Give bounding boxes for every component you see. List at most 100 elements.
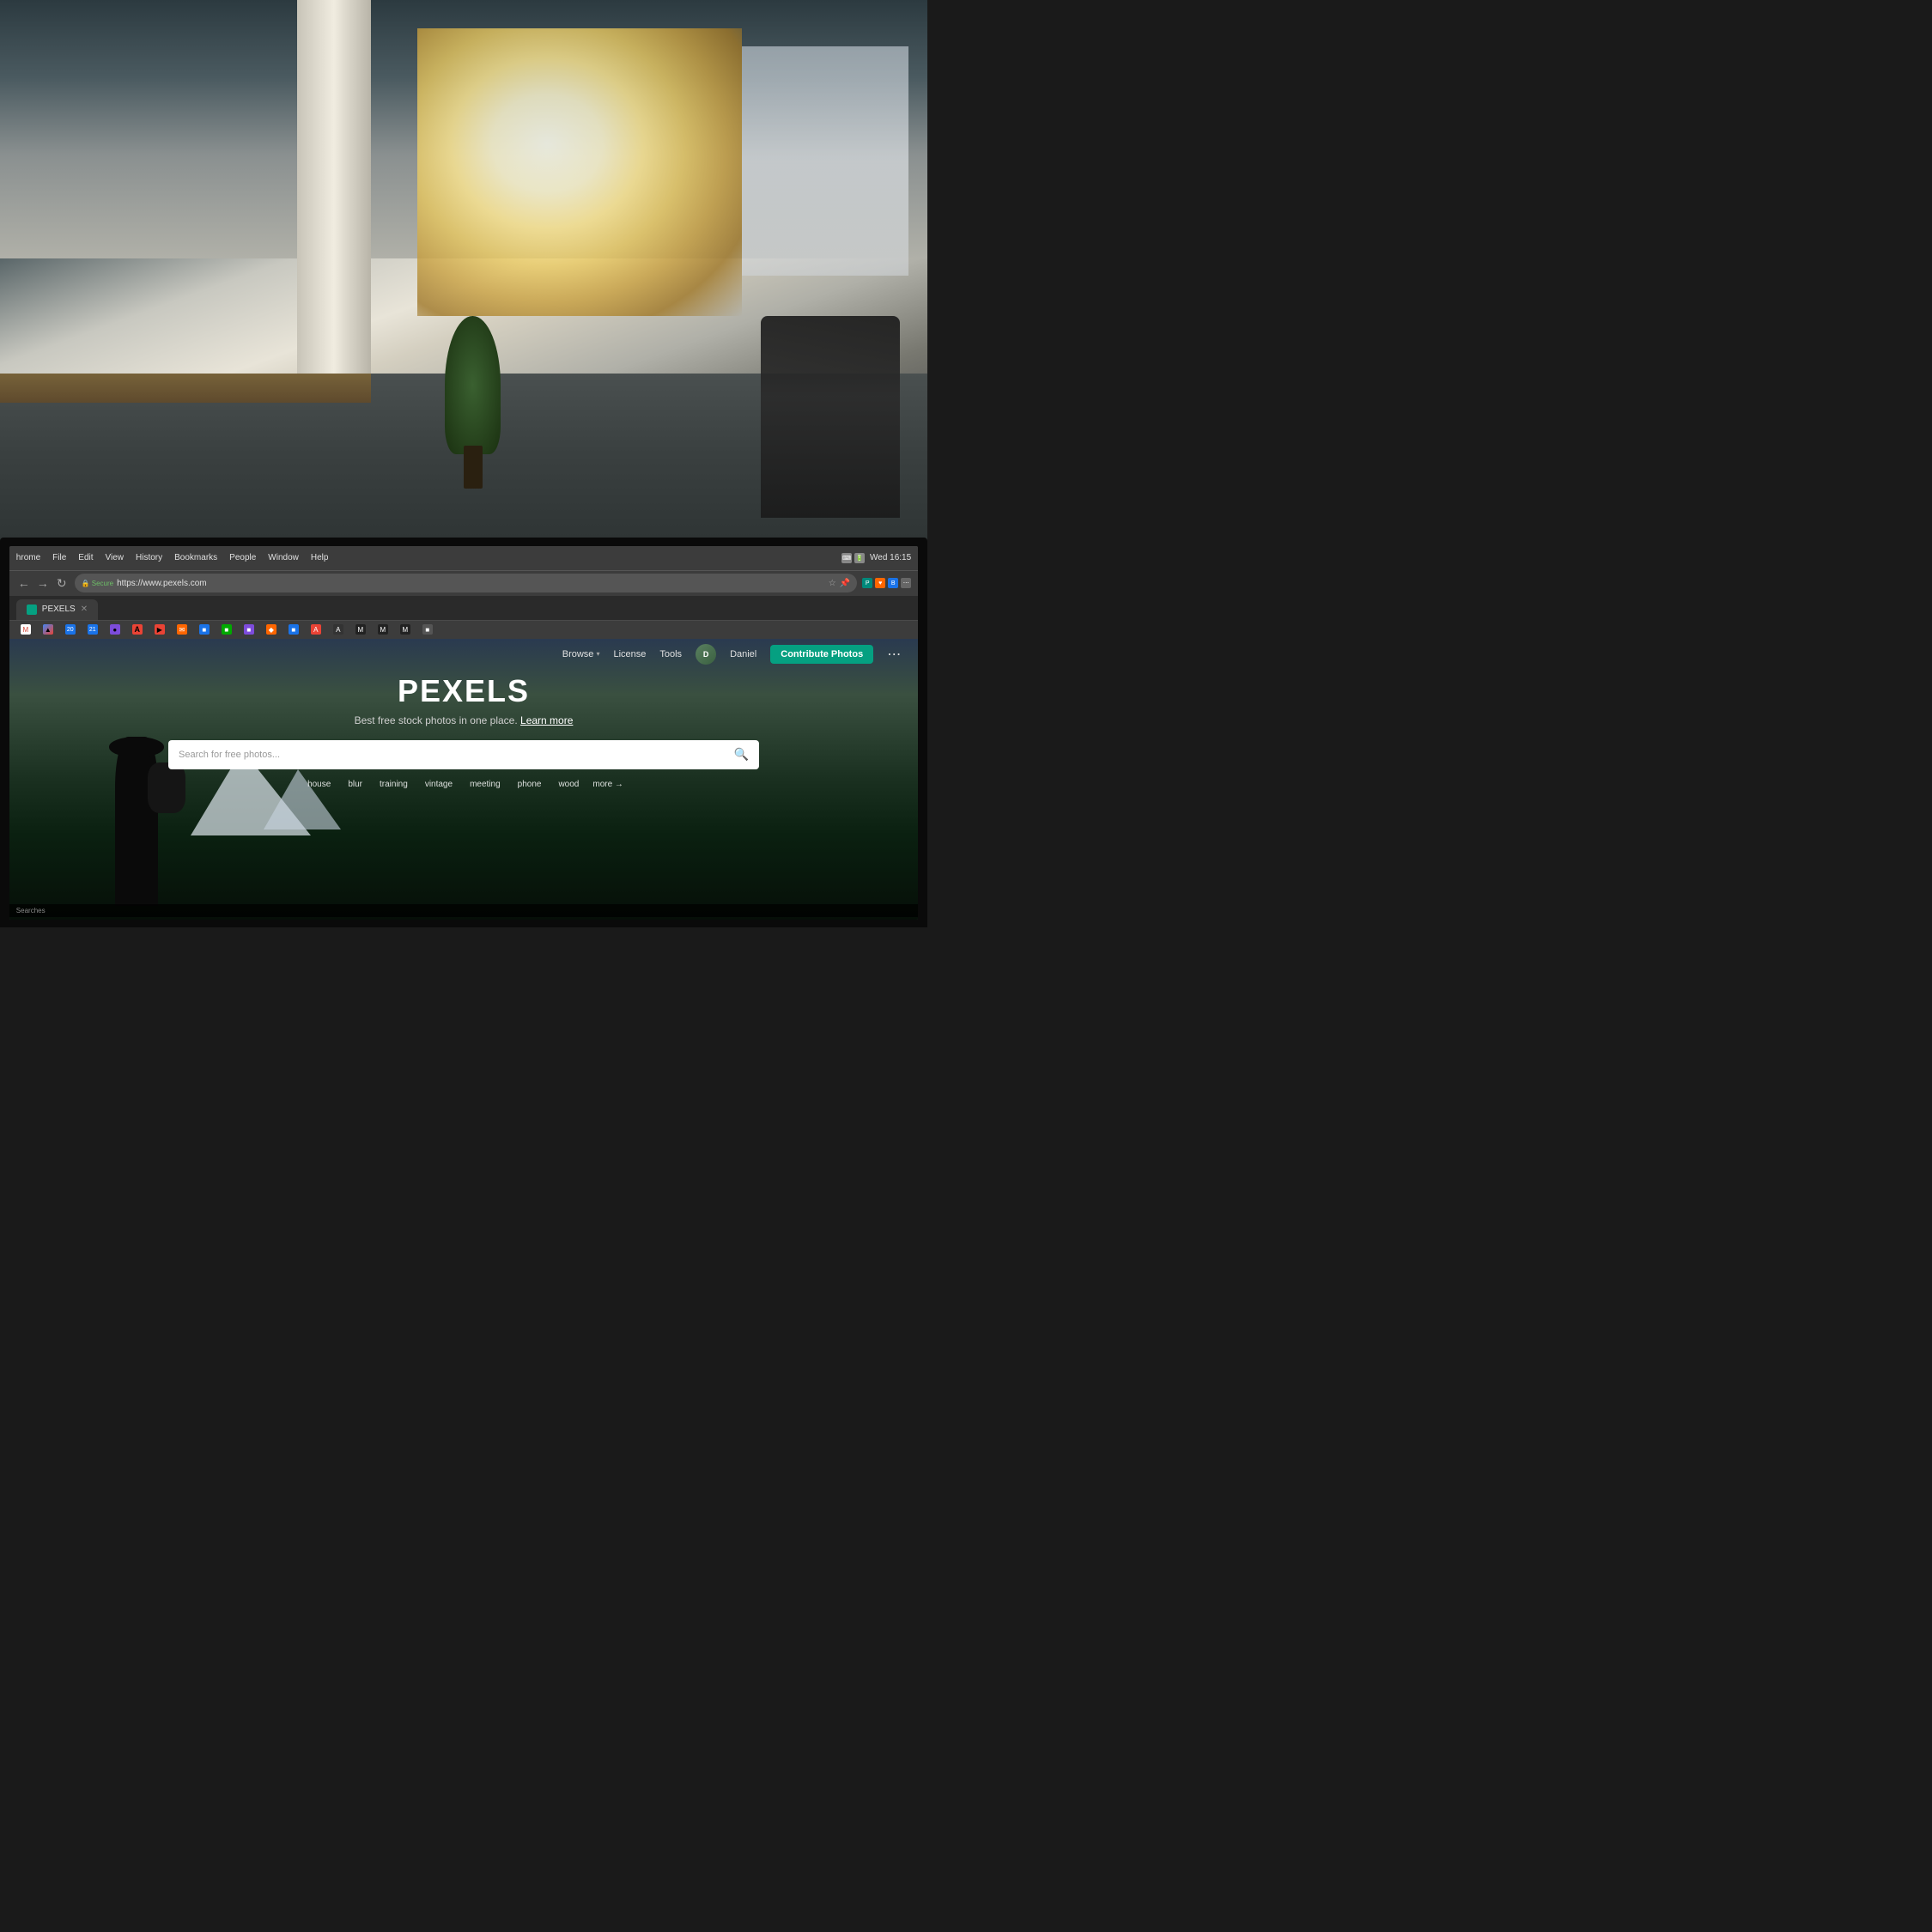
bk8-icon: A [333, 624, 343, 635]
address-bar[interactable]: 🔒 Secure https://www.pexels.com ☆ 📌 [75, 574, 857, 592]
bk1-icon: ✉ [177, 624, 187, 635]
browser-window: hrome File Edit View History Bookmarks P… [9, 546, 918, 920]
bk6-icon: ■ [289, 624, 299, 635]
bookmark-b8[interactable]: A [329, 623, 348, 636]
monitor-screen: hrome File Edit View History Bookmarks P… [9, 546, 918, 920]
ext-icon-2[interactable]: ♥ [875, 578, 885, 588]
table-edge [0, 374, 371, 402]
menu-view[interactable]: View [106, 553, 125, 562]
more-options-button[interactable]: ⋯ [887, 646, 901, 663]
search-suggestions: house blur training vintage meeting phon… [304, 778, 623, 791]
pexels-navbar: Browse ▾ License Tools D Daniel Contribu… [9, 639, 918, 670]
bottom-bar-text: Searches [16, 907, 46, 914]
suggestion-meeting[interactable]: meeting [466, 778, 504, 791]
ext-icon-4[interactable]: ⋯ [901, 578, 911, 588]
contribute-photos-button[interactable]: Contribute Photos [770, 645, 873, 664]
browser-toolbar: ← → ↻ 🔒 Secure https://www.pexels.com ☆ … [9, 570, 918, 596]
menu-history[interactable]: History [136, 553, 162, 562]
suggestion-house[interactable]: house [304, 778, 334, 791]
bookmark-b7[interactable]: A [307, 623, 325, 636]
menu-file[interactable]: File [52, 553, 66, 562]
forward-button[interactable]: → [35, 575, 51, 591]
menu-bookmarks[interactable]: Bookmarks [174, 553, 217, 562]
back-button[interactable]: ← [16, 575, 32, 591]
bk3-icon: ■ [222, 624, 232, 635]
bookmark-cal2[interactable]: 21 [83, 623, 102, 636]
menu-edit[interactable]: Edit [78, 553, 93, 562]
browse-chevron: ▾ [596, 650, 599, 658]
bk2-icon: ■ [199, 624, 210, 635]
office-background [0, 0, 927, 575]
ext-icon-3[interactable]: B [888, 578, 898, 588]
office-right-window [742, 46, 908, 276]
bookmark-gmail[interactable]: M [16, 623, 35, 636]
secure-label: Secure [92, 580, 113, 587]
bk10-icon: M [378, 624, 388, 635]
bookmark-drive[interactable]: ▲ [39, 623, 58, 636]
bookmark-b4[interactable]: ■ [240, 623, 258, 636]
bookmark-b3[interactable]: ■ [217, 623, 236, 636]
url-display: https://www.pexels.com [117, 579, 206, 588]
suggestion-phone[interactable]: phone [514, 778, 545, 791]
monitor-bezel: hrome File Edit View History Bookmarks P… [0, 538, 927, 927]
drive-icon: ▲ [43, 624, 53, 635]
system-icons: ⌨ 🔋 [841, 553, 865, 563]
search-icon[interactable]: 🔍 [734, 747, 749, 762]
tab-title: PEXELS [42, 605, 76, 614]
bookmark-b10[interactable]: M [374, 623, 392, 636]
tab-favicon [27, 605, 37, 615]
license-nav-link[interactable]: License [613, 649, 646, 659]
bookmark-youtube[interactable]: ▶ [150, 623, 169, 636]
tab-close-button[interactable]: ✕ [81, 605, 88, 614]
learn-more-link[interactable]: Learn more [520, 714, 573, 726]
bookmark-b1[interactable]: ✉ [173, 623, 191, 636]
youtube-icon: ▶ [155, 624, 165, 635]
address-right-icons: ☆ 📌 [829, 579, 850, 588]
menu-help[interactable]: Help [311, 553, 329, 562]
suggestion-blur[interactable]: blur [344, 778, 366, 791]
ext-icon-1[interactable]: P [862, 578, 872, 588]
menu-window[interactable]: Window [268, 553, 299, 562]
browser-menubar: hrome File Edit View History Bookmarks P… [9, 546, 918, 570]
search-bar[interactable]: Search for free photos... 🔍 [168, 740, 759, 769]
menu-people[interactable]: People [229, 553, 256, 562]
bookmark-cal1[interactable]: 20 [61, 623, 80, 636]
suggestion-wood[interactable]: wood [555, 778, 582, 791]
browse-nav-link[interactable]: Browse ▾ [562, 649, 600, 659]
bookmark-tor[interactable]: ● [106, 623, 125, 636]
tab-bar: PEXELS ✕ [9, 596, 918, 620]
suggestion-training[interactable]: training [376, 778, 411, 791]
bookmark-b9[interactable]: M [351, 623, 370, 636]
bk9-icon: M [355, 624, 366, 635]
user-name-label: Daniel [730, 649, 756, 659]
website-content: Browse ▾ License Tools D Daniel Contribu… [9, 639, 918, 920]
star-icon[interactable]: ☆ [829, 579, 836, 588]
browser-menu-items: hrome File Edit View History Bookmarks P… [16, 553, 329, 562]
suggestion-vintage[interactable]: vintage [422, 778, 456, 791]
refresh-button[interactable]: ↻ [54, 575, 70, 591]
bk11-icon: M [400, 624, 410, 635]
tools-nav-link[interactable]: Tools [659, 649, 682, 659]
bookmark-b2[interactable]: ■ [195, 623, 214, 636]
search-placeholder: Search for free photos... [179, 750, 727, 760]
bookmark-b12[interactable]: ■ [418, 623, 437, 636]
calendar-icon-1: 20 [65, 624, 76, 635]
tor-icon: ● [110, 624, 120, 635]
bookmark-b6[interactable]: ■ [284, 623, 303, 636]
office-window-glow [417, 28, 742, 316]
bookmark-b5[interactable]: ◆ [262, 623, 281, 636]
secure-badge: 🔒 Secure [82, 580, 113, 587]
system-tray: ⌨ 🔋 Wed 16:15 [841, 553, 911, 563]
bk12-icon: ■ [422, 624, 433, 635]
office-plant [427, 316, 519, 489]
bookmark-adobe[interactable]: A [128, 623, 147, 636]
battery-icon: 🔋 [854, 553, 865, 563]
suggestion-more[interactable]: more → [592, 780, 623, 789]
bk4-icon: ■ [244, 624, 254, 635]
pexels-logo: PEXELS [398, 673, 530, 709]
active-tab[interactable]: PEXELS ✕ [16, 599, 98, 620]
menu-chrome[interactable]: hrome [16, 553, 40, 562]
bookmarks-bar: M ▲ 20 21 ● A ▶ [9, 620, 918, 639]
bookmark-b11[interactable]: M [396, 623, 415, 636]
pin-icon[interactable]: 📌 [840, 579, 850, 588]
